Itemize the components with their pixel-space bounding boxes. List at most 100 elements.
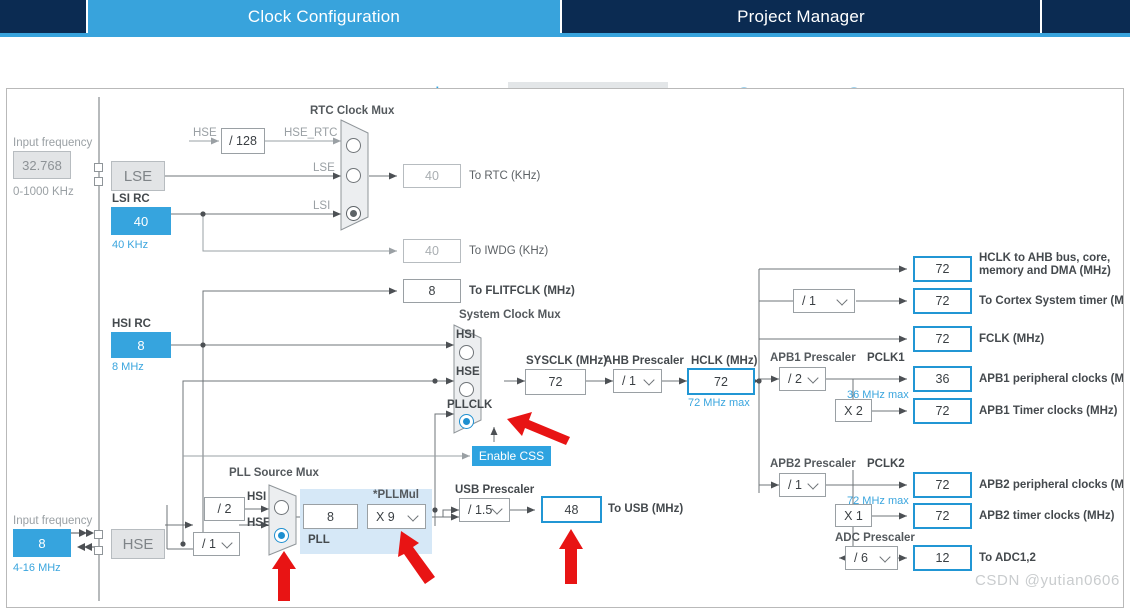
sysclk-mux-input-1-label: HSE (456, 366, 480, 378)
tab-bar: Clock Configuration Project Manager (0, 0, 1130, 33)
sysclk-mux-input-2-label: PLLCLK (447, 399, 493, 411)
lsi-rc-unit: 40 KHz (112, 239, 149, 251)
apb2-timer-value: 72 (935, 509, 950, 523)
to-iwdg-value-box: 40 (403, 239, 461, 263)
usb-value-box: 48 (541, 496, 602, 523)
hclk-max-note: 72 MHz max (688, 397, 750, 409)
rtc-mux-radio-lsi[interactable] (346, 206, 361, 221)
tab-right-spacer[interactable] (1042, 0, 1130, 33)
ahb-prescaler-value: / 1 (622, 374, 636, 388)
to-rtc-value: 40 (425, 169, 439, 183)
tab-left-spacer[interactable] (0, 0, 86, 33)
clock-tree-canvas[interactable]: Input frequency 32.768 0-1000 KHz LSE LS… (6, 88, 1124, 608)
to-flitfclk-label: To FLITFCLK (MHz) (469, 285, 575, 297)
to-rtc-label: To RTC (KHz) (469, 170, 541, 182)
lsi-rc-value-box[interactable]: 40 (111, 207, 171, 235)
apb1-prescaler-title: APB1 Prescaler (770, 352, 856, 364)
apb1-timer-multiplier: X 2 (844, 403, 863, 418)
lse-oscillator-label: LSE (123, 167, 153, 185)
rtc-mux-radio-lse[interactable] (346, 168, 361, 183)
hse-pin-arrows (71, 529, 94, 551)
adc-prescaler-select[interactable]: / 6 (845, 546, 898, 570)
hsi-rc-unit: 8 MHz (112, 361, 144, 373)
usb-prescaler-select[interactable]: / 1.5 (459, 498, 510, 522)
chevron-down-icon (493, 505, 502, 514)
fclk-label: FCLK (MHz) (979, 333, 1045, 345)
apb2-peripheral-label: APB2 peripheral clocks (MHz) (979, 479, 1124, 491)
chevron-down-icon (809, 480, 818, 489)
sysclk-mux-input-0-label: HSI (456, 329, 476, 341)
apb1-peripheral-label: APB1 peripheral clocks (MHz) (979, 373, 1124, 385)
pll-source-mux-title: PLL Source Mux (229, 467, 319, 479)
hse-divider-select[interactable]: / 1 (193, 532, 240, 556)
chevron-down-icon (809, 374, 818, 383)
lse-input-frequency-field[interactable]: 32.768 (13, 151, 71, 179)
sysclk-title: SYSCLK (MHz) (526, 355, 608, 367)
chevron-down-icon (223, 539, 232, 548)
tab-project-manager-label: Project Manager (737, 6, 865, 26)
usb-prescaler-title: USB Prescaler (455, 484, 535, 496)
lsi-rc-value: 40 (133, 213, 149, 229)
apb2-peripheral-value-box: 72 (913, 472, 972, 498)
chevron-down-icon (881, 553, 890, 562)
tab-clock-configuration-label: Clock Configuration (247, 6, 401, 26)
pll-input-value-box: 8 (303, 504, 358, 529)
hclk-ahb-bus-value-box: 72 (913, 256, 972, 282)
hse-oscillator-box[interactable]: HSE (111, 529, 165, 559)
to-iwdg-label: To IWDG (KHz) (469, 245, 549, 257)
lse-input-frequency-label: Input frequency (13, 137, 93, 149)
adc-prescaler-value: / 6 (854, 551, 868, 565)
apb2-timer-multiplier: X 1 (844, 508, 863, 523)
lse-pin-bottom[interactable] (94, 177, 103, 186)
pll-input-value: 8 (327, 509, 334, 524)
rtc-clock-mux-title: RTC Clock Mux (310, 105, 395, 117)
usb-prescaler-value: / 1.5 (468, 503, 493, 517)
clock-configuration-screen: Clock Configuration Project Manager Inpu… (0, 0, 1130, 610)
chevron-down-icon (838, 296, 847, 305)
hse-input-frequency-field[interactable]: 8 (13, 529, 71, 557)
cortex-system-timer-value: 72 (935, 294, 950, 308)
hclk-title: HCLK (MHz) (691, 355, 758, 367)
pll-mux-radio-hsi[interactable] (274, 500, 289, 515)
tab-divider-3 (1040, 0, 1042, 33)
apb2-peripheral-value: 72 (935, 478, 950, 492)
apb1-prescaler-select[interactable]: / 2 (779, 367, 826, 391)
sysclk-mux-radio-pllclk[interactable] (459, 414, 474, 429)
sysclk-mux-radio-hse[interactable] (459, 382, 474, 397)
adc-value: 12 (935, 551, 950, 565)
to-flitfclk-value-box: 8 (403, 279, 461, 303)
lse-range-label: 0-1000 KHz (13, 186, 74, 198)
apb2-prescaler-select[interactable]: / 1 (779, 473, 826, 497)
tab-divider-1 (86, 0, 88, 33)
lse-pin-top[interactable] (94, 163, 103, 172)
apb1-timer-value-box: 72 (913, 398, 972, 424)
rtc-mux-input-0-label: HSE_RTC (284, 127, 338, 139)
apb2-timer-label: APB2 timer clocks (MHz) (979, 510, 1115, 522)
apb2-timer-value-box: 72 (913, 503, 972, 529)
sysclk-mux-radio-hsi[interactable] (459, 345, 474, 360)
hse-rtc-prescaler[interactable]: / 128 (221, 128, 265, 154)
red-arrow-pll-source-mux (272, 551, 296, 601)
rtc-mux-radio-hse-rtc[interactable] (346, 138, 361, 153)
hclk-value: 72 (714, 374, 728, 389)
pllmul-select[interactable]: X 9 (367, 504, 426, 529)
cortex-timer-prescaler-select[interactable]: / 1 (793, 289, 855, 313)
tab-project-manager[interactable]: Project Manager (562, 0, 1040, 33)
hsi-rc-title: HSI RC (112, 318, 151, 330)
pll-mux-radio-hse[interactable] (274, 528, 289, 543)
lse-input-frequency-value: 32.768 (22, 157, 62, 173)
toolbar: Resolve Clock Issues (0, 37, 1130, 106)
cortex-system-timer-label: To Cortex System timer (MHz) (979, 295, 1124, 307)
tab-clock-configuration[interactable]: Clock Configuration (88, 0, 560, 33)
to-rtc-value-box: 40 (403, 164, 461, 188)
pll-region-label: PLL (308, 534, 330, 546)
system-clock-mux-title: System Clock Mux (459, 309, 561, 321)
cortex-system-timer-value-box: 72 (913, 288, 972, 314)
lse-oscillator-box[interactable]: LSE (111, 161, 165, 191)
pll-source-mux[interactable] (268, 484, 297, 556)
cortex-timer-prescaler-value: / 1 (802, 294, 816, 308)
hclk-ahb-bus-value: 72 (935, 262, 950, 276)
ahb-prescaler-select[interactable]: / 1 (613, 369, 662, 393)
hsi-rc-value-box[interactable]: 8 (111, 332, 171, 358)
apb2-prescaler-value: / 1 (788, 478, 802, 492)
